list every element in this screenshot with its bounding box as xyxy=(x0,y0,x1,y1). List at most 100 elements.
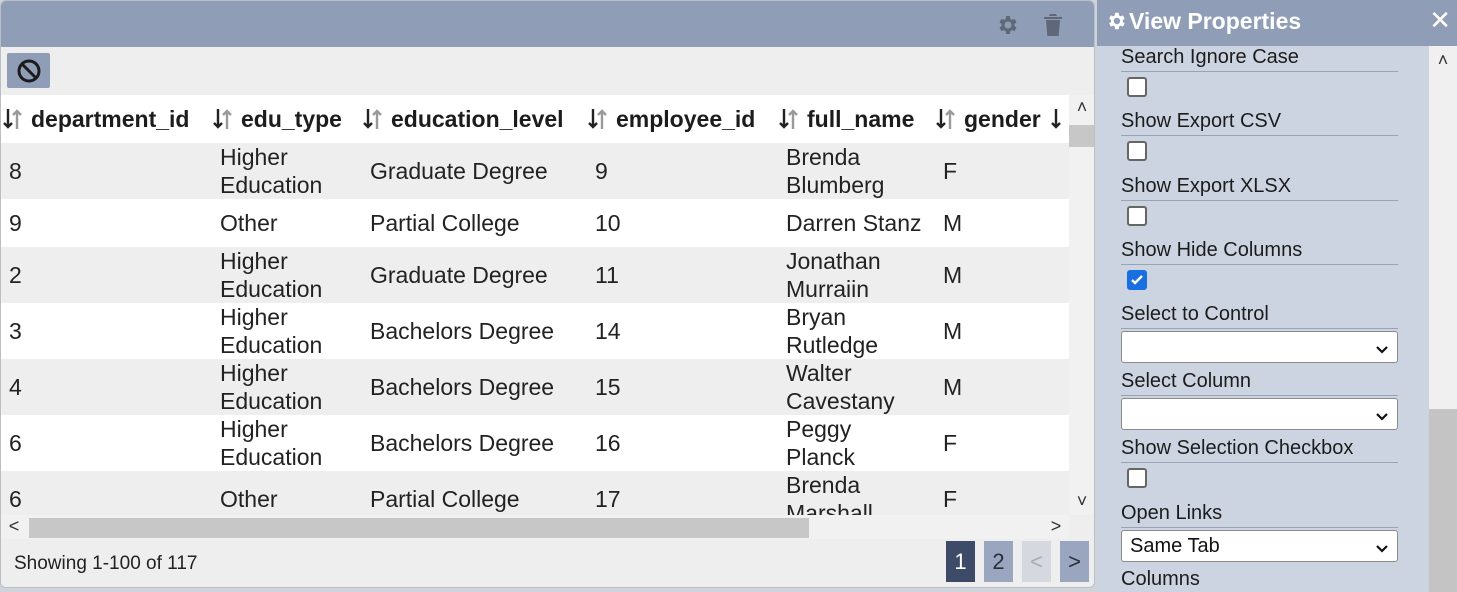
clear-filter-button[interactable] xyxy=(7,53,50,88)
page-button-1[interactable]: 1 xyxy=(946,541,975,582)
properties-scrollbar[interactable]: ˄ xyxy=(1429,46,1457,592)
property-checkbox[interactable] xyxy=(1127,270,1147,290)
sort-icon[interactable] xyxy=(1050,107,1069,131)
property-label: Search Ignore Case xyxy=(1121,46,1398,72)
table-cell: Graduate Degree xyxy=(370,158,548,184)
table-row[interactable]: 4 Higher Education Bachelors Degree 15 Walte… xyxy=(1,359,1069,415)
gear-icon[interactable] xyxy=(994,12,1020,38)
panel-header xyxy=(1,1,1094,47)
select-value: Same Tab xyxy=(1130,534,1220,557)
table-cell: Brenda Marshall xyxy=(786,472,873,515)
property-select[interactable] xyxy=(1121,398,1398,430)
property-checkbox[interactable] xyxy=(1127,77,1147,97)
table-cell: M xyxy=(943,262,963,288)
property-checkbox[interactable] xyxy=(1127,468,1147,488)
table-cell: Partial College xyxy=(370,210,520,236)
column-header-employee-id[interactable]: employee_id xyxy=(588,95,755,143)
table-cell: Other xyxy=(220,210,278,236)
vertical-scrollbar[interactable]: ˄ ˅ xyxy=(1069,95,1094,515)
toolbar xyxy=(1,47,1094,95)
table-row[interactable]: 8 Higher Education Graduate Degree 9 Brenda … xyxy=(1,143,1069,199)
column-header-label: edu_type xyxy=(241,105,342,132)
table-cell: M xyxy=(943,318,963,344)
header-row: department_id edu_type education_level e… xyxy=(1,95,1069,143)
sort-icon[interactable] xyxy=(363,107,383,131)
table-cell: Darren Stanz xyxy=(786,210,922,236)
chevron-down-icon xyxy=(1375,407,1389,430)
table-row[interactable]: 2 Higher Education Graduate Degree 11 Jonath… xyxy=(1,247,1069,303)
table-cell: F xyxy=(943,430,958,456)
scroll-down-icon[interactable]: ˅ xyxy=(1069,491,1094,511)
column-header-edu-type[interactable]: edu_type xyxy=(213,95,342,143)
table-row[interactable]: 6 Other Partial College 17 Brenda Marshall F xyxy=(1,471,1069,515)
table-cell: Higher Education xyxy=(220,144,323,198)
column-header-label: gender xyxy=(964,105,1041,132)
scroll-left-icon[interactable]: ˂ xyxy=(1,516,27,536)
table-cell: 9 xyxy=(595,158,608,184)
sort-icon[interactable] xyxy=(588,107,608,131)
view-properties-panel: View Properties ✕ Search Ignore Case Show… xyxy=(1097,0,1457,592)
property-checkbox[interactable] xyxy=(1127,141,1147,161)
table-cell: Peggy Planck xyxy=(786,416,856,470)
table-cell: F xyxy=(943,158,958,184)
properties-header: View Properties ✕ xyxy=(1097,0,1457,46)
table-row[interactable]: 6 Higher Education Bachelors Degree 16 Peggy… xyxy=(1,415,1069,471)
table-cell: Bryan Rutledge xyxy=(786,304,879,358)
close-icon[interactable]: ✕ xyxy=(1429,5,1451,35)
sort-icon[interactable] xyxy=(3,107,23,131)
check-icon xyxy=(1131,275,1143,285)
scroll-right-icon[interactable]: ˃ xyxy=(1043,516,1069,536)
column-header-label: full_name xyxy=(807,105,915,132)
table-row[interactable]: 9 Other Partial College 10 Darren Stanz M xyxy=(1,199,1069,247)
page-button-2[interactable]: 2 xyxy=(984,541,1013,582)
property-checkbox[interactable] xyxy=(1127,206,1147,226)
table-cell: 11 xyxy=(595,262,619,288)
table-cell: 16 xyxy=(595,430,621,456)
property-label: Open Links xyxy=(1121,502,1398,528)
table-row[interactable]: 3 Higher Education Bachelors Degree 14 Bryan… xyxy=(1,303,1069,359)
table-cell: 3 xyxy=(9,318,22,344)
ban-icon xyxy=(17,59,40,82)
sort-icon[interactable] xyxy=(213,107,233,131)
property-label: Show Export XLSX xyxy=(1121,175,1398,201)
prev-page-button[interactable]: < xyxy=(1022,541,1051,582)
grid-footer: Showing 1-100 of 117 1 2 < > xyxy=(1,539,1094,587)
sort-icon[interactable] xyxy=(779,107,799,131)
table-cell: 17 xyxy=(595,486,621,512)
scrollbar-thumb[interactable] xyxy=(1429,409,1457,592)
scroll-up-icon[interactable]: ˄ xyxy=(1069,97,1094,117)
column-header-department-id[interactable]: department_id xyxy=(3,95,189,143)
horizontal-scrollbar[interactable]: ˂ ˃ xyxy=(1,515,1069,539)
table-cell: 8 xyxy=(9,158,22,184)
table-cell: 2 xyxy=(9,262,22,288)
table-cell: M xyxy=(943,374,963,400)
column-header-label: department_id xyxy=(31,105,190,132)
table-cell: Bachelors Degree xyxy=(370,430,555,456)
grid-panel: department_id edu_type education_level e… xyxy=(0,0,1095,588)
table-cell: 14 xyxy=(595,318,621,344)
table-cell: Jonathan Murraiin xyxy=(786,248,881,302)
scroll-up-icon[interactable]: ˄ xyxy=(1430,50,1456,70)
column-header-gender[interactable]: gender xyxy=(936,95,1069,143)
scrollbar-thumb[interactable] xyxy=(1069,125,1094,147)
table-cell: 4 xyxy=(9,374,22,400)
property-select[interactable]: Same Tab xyxy=(1121,530,1398,562)
scrollbar-thumb[interactable] xyxy=(29,518,809,538)
sort-icon[interactable] xyxy=(936,107,956,131)
table-cell: 15 xyxy=(595,374,621,400)
next-page-button[interactable]: > xyxy=(1060,541,1089,582)
table-cell: Higher Education xyxy=(220,304,323,358)
property-select[interactable] xyxy=(1121,331,1398,363)
column-header-education-level[interactable]: education_level xyxy=(363,95,564,143)
column-header-full-name[interactable]: full_name xyxy=(779,95,914,143)
table-cell: Higher Education xyxy=(220,360,323,414)
table-cell: Bachelors Degree xyxy=(370,318,555,344)
trash-icon[interactable] xyxy=(1040,12,1066,38)
property-label: Select Column xyxy=(1121,370,1398,396)
table-cell: Partial College xyxy=(370,486,520,512)
table-cell: F xyxy=(943,486,958,512)
record-count: Showing 1-100 of 117 xyxy=(14,553,198,574)
chevron-down-icon xyxy=(1375,340,1389,363)
table-cell: 10 xyxy=(595,210,621,236)
table-cell: Higher Education xyxy=(220,248,323,302)
